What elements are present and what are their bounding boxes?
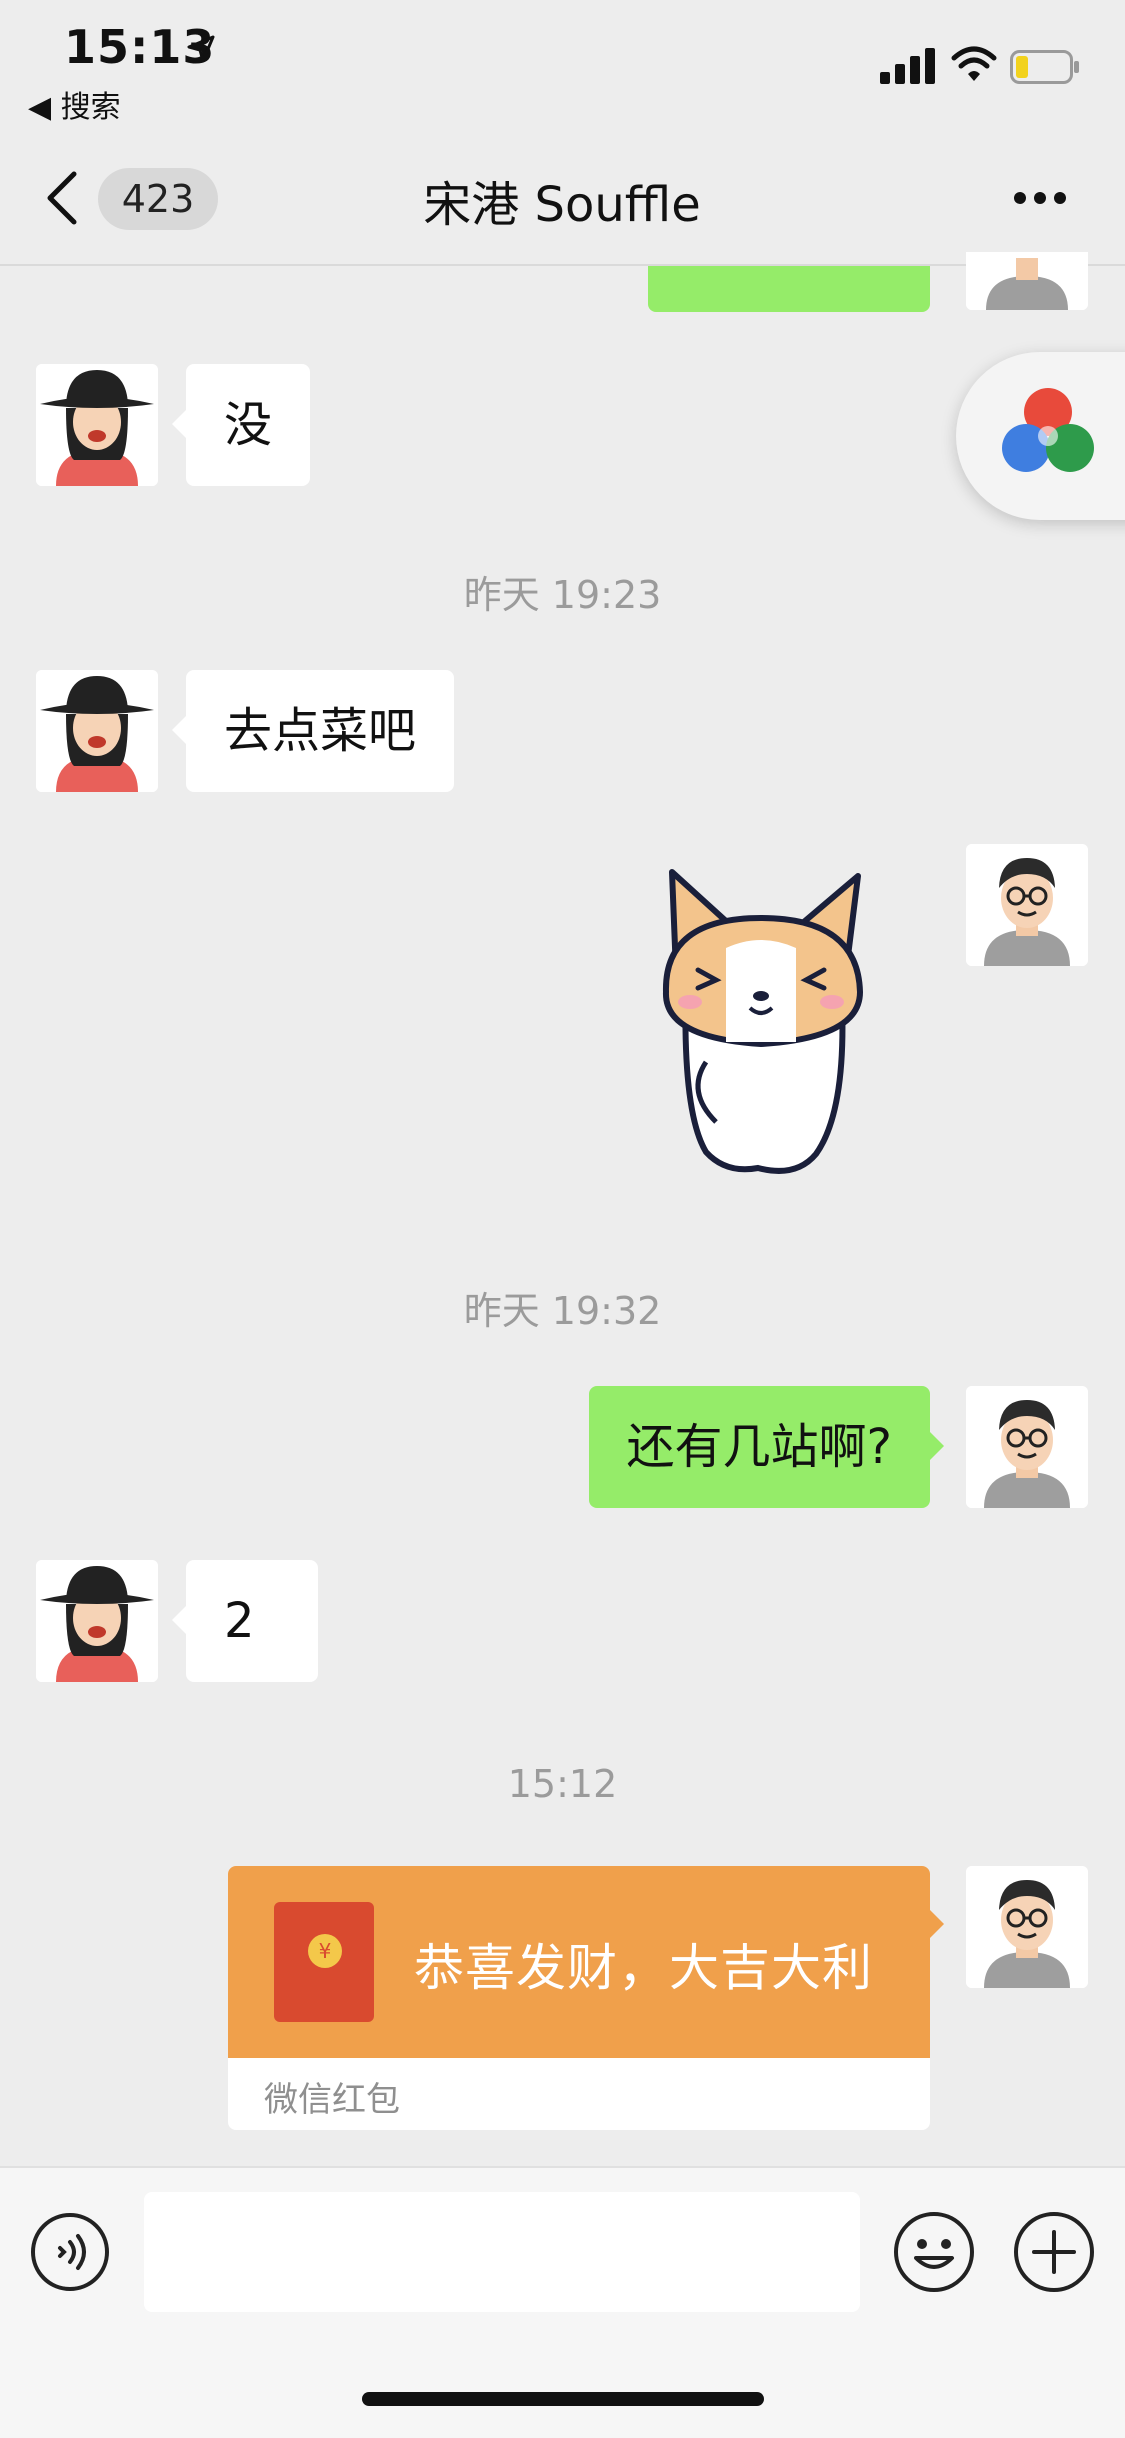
red-packet-label: 微信红包: [264, 2080, 400, 2120]
floating-window-widget[interactable]: [956, 352, 1125, 520]
home-indicator[interactable]: [362, 2392, 764, 2406]
floating-apps-icon: [1002, 388, 1094, 472]
message-bubble-in[interactable]: 2: [172, 1560, 318, 1682]
chat-title: 宋港 Souffle: [423, 177, 701, 233]
avatar-self[interactable]: [966, 1866, 1088, 1988]
timestamp: 15:12: [507, 1762, 618, 1806]
message-text: 去点菜吧: [224, 703, 417, 759]
message-bubble-in[interactable]: 去点菜吧: [171, 670, 455, 792]
message-bubble-in[interactable]: 没: [171, 364, 311, 486]
red-packet-message[interactable]: ¥ 恭喜发财，大吉大利 微信红包: [228, 1866, 930, 2130]
more-icon[interactable]: [1010, 180, 1070, 216]
avatar-self[interactable]: [966, 252, 1088, 310]
timestamp: 昨天 19:23: [463, 573, 662, 617]
wifi-icon: [951, 46, 997, 81]
red-packet-tail: [930, 1910, 944, 1938]
message-bubble-out: [648, 266, 930, 312]
location-arrow-icon: [187, 35, 215, 63]
red-packet-icon: ¥: [274, 1902, 374, 2022]
timestamp: 昨天 19:32: [463, 1289, 662, 1333]
message-text: 2: [224, 1593, 255, 1649]
avatar-contact[interactable]: [36, 670, 158, 792]
message-bubble-out[interactable]: 还有几站啊?: [588, 1386, 945, 1508]
emoji-icon[interactable]: [892, 2210, 976, 2294]
avatar-self[interactable]: [966, 844, 1088, 966]
voice-icon[interactable]: [30, 2212, 110, 2292]
message-text: 还有几站啊?: [626, 1419, 892, 1475]
avatar-contact[interactable]: [36, 1560, 158, 1682]
avatar-contact[interactable]: [36, 364, 158, 486]
yuan-coin-icon: ¥: [308, 1934, 342, 1968]
battery-icon: [1010, 50, 1079, 84]
message-text: 没: [224, 397, 273, 453]
signal-icon: [880, 48, 935, 84]
back-to-search-link[interactable]: ◀ 搜索: [28, 82, 121, 126]
plus-icon[interactable]: [1012, 2210, 1096, 2294]
unread-count-badge[interactable]: 423: [98, 168, 218, 230]
back-chevron-icon[interactable]: [44, 170, 80, 226]
message-input[interactable]: [144, 2192, 860, 2312]
red-packet-body: ¥ 恭喜发财，大吉大利: [228, 1866, 930, 2058]
corgi-sticker[interactable]: [646, 862, 876, 1180]
avatar-self[interactable]: [966, 1386, 1088, 1508]
red-packet-greeting: 恭喜发财，大吉大利: [414, 1939, 873, 1997]
